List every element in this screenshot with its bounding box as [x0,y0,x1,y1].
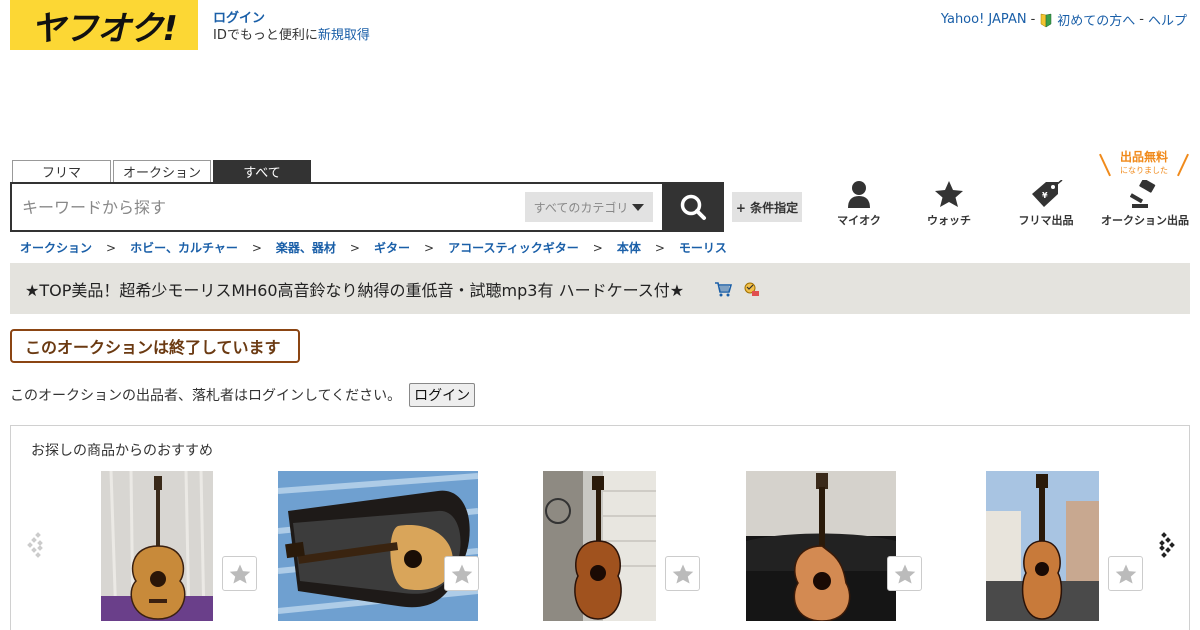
free-badge-sub: になりました [1120,166,1168,175]
watch-label: ウォッチ [927,214,971,227]
free-badge-text: 出品無料 [1119,150,1168,164]
myauction-label: マイオク [837,214,881,227]
breadcrumb-separator: > [251,240,262,255]
breadcrumb-separator: > [592,240,603,255]
login-sub: IDでもっと便利に新規取得 [213,27,370,44]
product-thumbnail[interactable] [278,471,478,621]
star-icon [894,563,915,584]
breadcrumb-item[interactable]: オークション [20,239,92,256]
chevron-down-icon [632,203,645,211]
login-link[interactable]: ログイン [213,11,265,26]
star-icon [672,563,693,584]
free-listing-badge: 出品無料 になりました [1102,151,1186,179]
breadcrumb-item[interactable]: ホビー、カルチャー [130,239,238,256]
product-thumbnail[interactable] [746,471,896,621]
search-input[interactable] [22,192,522,222]
flea-listing-label: フリマ出品 [1018,214,1074,227]
logo-text: ヤフオク! [31,8,178,49]
carousel-next-button[interactable] [1157,532,1175,562]
search-tabs: フリマ オークション すべて [12,160,311,182]
login-note-text: このオークションの出品者、落札者はログインしてください。 [10,388,402,404]
breadcrumb-item[interactable]: 本体 [617,239,641,256]
beginner-link[interactable]: 初めての方へ [1057,10,1135,29]
breadcrumb-separator: > [424,240,435,255]
flea-listing-nav[interactable]: ¥ フリマ出品 [1006,180,1086,228]
watch-nav[interactable]: ウォッチ [909,180,989,228]
chevron-left-icon [27,532,43,558]
separator: - [1139,12,1144,27]
watch-button[interactable] [1108,556,1143,591]
yahoo-japan-link[interactable]: Yahoo! JAPAN [941,12,1027,27]
top-links: Yahoo! JAPAN - 初めての方へ - ヘルプ [941,10,1187,29]
search-icon [680,194,706,220]
cart-icon [715,281,733,296]
title-icons [714,281,760,297]
recommendation-carousel: お探しの商品からのおすすめ [10,425,1190,630]
bidder-icon [744,282,760,296]
breadcrumb-item[interactable]: モーリス [679,239,727,256]
search-box: すべてのカテゴリ [10,182,664,232]
star-icon [935,181,963,207]
gavel-icon [1130,180,1156,208]
separator: - [1030,12,1036,27]
login-note: このオークションの出品者、落札者はログインしてください。 ログイン [10,383,476,407]
star-icon [1115,563,1136,584]
user-icon [848,181,870,208]
breadcrumb-separator: > [349,240,360,255]
tab-all[interactable]: すべて [213,160,311,182]
star-icon [229,563,250,584]
watch-button[interactable] [444,556,479,591]
breadcrumb-item[interactable]: 楽器、器材 [276,239,336,256]
carousel-prev-button[interactable] [27,532,45,562]
breadcrumb-item[interactable]: ギター [374,239,410,256]
register-link[interactable]: 新規取得 [318,28,370,43]
watch-button[interactable] [222,556,257,591]
category-select-label: すべてのカテゴリ [533,200,629,215]
login-sub-text: IDでもっと便利に [213,28,318,43]
tab-flea[interactable]: フリマ [12,160,111,182]
product-thumbnail[interactable] [543,471,656,621]
breadcrumb-separator: > [106,240,117,255]
login-box: ログイン IDでもっと便利に新規取得 [213,10,370,44]
recommendation-title: お探しの商品からのおすすめ [31,443,213,459]
auction-listing-nav[interactable]: オークション出品 [1098,180,1192,228]
product-thumbnail[interactable] [101,471,213,621]
auction-ended-badge: このオークションは終了しています [10,329,300,363]
star-icon [451,563,472,584]
watch-button[interactable] [887,556,922,591]
beginner-mark-icon [1039,13,1053,27]
svg-text:¥: ¥ [1042,191,1048,200]
breadcrumb-separator: > [654,240,665,255]
tab-auction[interactable]: オークション [113,160,211,182]
item-title: ★TOP美品！超希少モーリスMH60高音鈴なり納得の重低音・試聴mp3有 ハード… [25,280,685,300]
breadcrumb-item[interactable]: アコースティックギター [448,239,579,256]
condition-button[interactable]: + 条件指定 [732,192,802,222]
breadcrumb: オークション > ホビー、カルチャー > 楽器、器材 > ギター > アコーステ… [20,239,727,256]
chevron-right-icon [1159,532,1175,558]
price-tag-icon: ¥ [1032,180,1063,207]
myauction-nav[interactable]: マイオク [819,180,899,228]
category-select[interactable]: すべてのカテゴリ [525,192,653,222]
auction-listing-label: オークション出品 [1101,214,1189,227]
login-button[interactable]: ログイン [409,383,476,407]
watch-button[interactable] [665,556,700,591]
help-link[interactable]: ヘルプ [1148,10,1187,29]
item-title-bar: ★TOP美品！超希少モーリスMH60高音鈴なり納得の重低音・試聴mp3有 ハード… [10,263,1190,314]
product-thumbnail[interactable] [986,471,1099,621]
search-button[interactable] [662,182,724,232]
yahuoku-logo[interactable]: ヤフオク! [10,0,198,50]
